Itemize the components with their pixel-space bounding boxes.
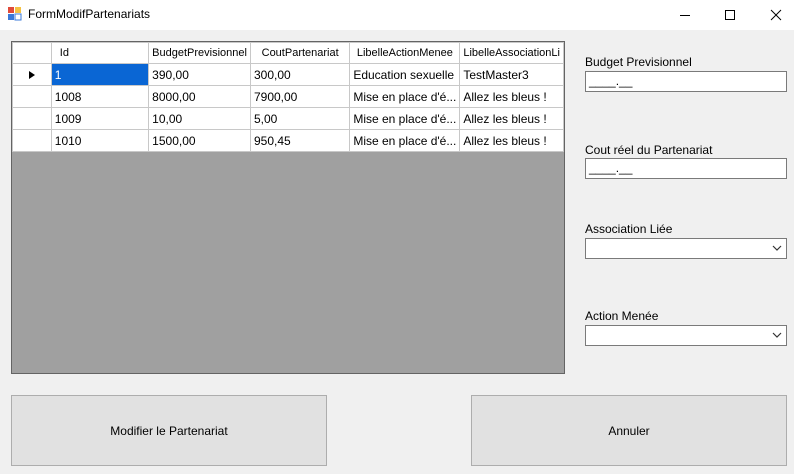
modifier-partenariat-button[interactable]: Modifier le Partenariat — [11, 395, 327, 466]
cell-id[interactable]: 1010 — [50, 129, 150, 152]
row-header-current[interactable] — [12, 63, 52, 86]
association-label: Association Liée — [585, 222, 673, 236]
cell-cout[interactable]: 7900,00 — [249, 85, 351, 108]
column-header-id[interactable]: Id — [50, 42, 150, 64]
column-header-budget[interactable]: BudgetPrevisionnel — [148, 42, 251, 64]
grid-corner-header[interactable] — [12, 42, 52, 64]
cell-budget[interactable]: 390,00 — [148, 63, 251, 86]
cell-association[interactable]: Allez les bleus ! — [459, 107, 564, 130]
maximize-icon — [725, 10, 735, 20]
window-title: FormModifPartenariats — [28, 7, 151, 21]
chevron-down-icon — [772, 245, 782, 251]
grid-header-row: Id BudgetPrevisionnel CoutPartenariat Li… — [12, 42, 564, 64]
cout-label: Cout réel du Partenariat — [585, 143, 713, 157]
cell-cout[interactable]: 950,45 — [249, 129, 351, 152]
cell-cout[interactable]: 5,00 — [249, 107, 351, 130]
cell-action[interactable]: Mise en place d'é... — [349, 129, 461, 152]
row-header[interactable] — [12, 85, 52, 108]
cell-action[interactable]: Education sexuelle — [349, 63, 461, 86]
table-row[interactable]: 1010 1500,00 950,45 Mise en place d'é...… — [12, 129, 564, 152]
grid-table: Id BudgetPrevisionnel CoutPartenariat Li… — [12, 42, 564, 152]
annuler-button[interactable]: Annuler — [471, 395, 787, 466]
minimize-icon — [680, 15, 690, 16]
table-row[interactable]: 1008 8000,00 7900,00 Mise en place d'é..… — [12, 85, 564, 108]
budget-input[interactable]: ____.__ — [585, 71, 787, 92]
cell-association[interactable]: Allez les bleus ! — [459, 85, 564, 108]
cell-budget[interactable]: 1500,00 — [148, 129, 251, 152]
row-header[interactable] — [12, 107, 52, 130]
current-row-arrow-icon — [28, 71, 35, 80]
table-row[interactable]: 1 390,00 300,00 Education sexuelle TestM… — [12, 63, 564, 86]
minimize-button[interactable] — [662, 0, 708, 30]
cout-input[interactable]: ____.__ — [585, 158, 787, 179]
budget-label: Budget Previsionnel — [585, 55, 692, 69]
action-label: Action Menée — [585, 309, 659, 323]
action-select[interactable] — [585, 325, 787, 346]
cell-action[interactable]: Mise en place d'é... — [349, 107, 461, 130]
column-header-cout[interactable]: CoutPartenariat — [249, 42, 351, 64]
maximize-button[interactable] — [707, 0, 753, 30]
cell-id[interactable]: 1008 — [50, 85, 150, 108]
cell-id[interactable]: 1009 — [50, 107, 150, 130]
close-button[interactable] — [753, 0, 794, 30]
title-bar: FormModifPartenariats — [0, 0, 794, 30]
row-header[interactable] — [12, 129, 52, 152]
cell-cout[interactable]: 300,00 — [249, 63, 351, 86]
partenariats-grid[interactable]: Id BudgetPrevisionnel CoutPartenariat Li… — [11, 41, 565, 374]
cell-association[interactable]: Allez les bleus ! — [459, 129, 564, 152]
cell-action[interactable]: Mise en place d'é... — [349, 85, 461, 108]
chevron-down-icon — [772, 332, 782, 338]
column-header-action[interactable]: LibelleActionMenee — [349, 42, 461, 64]
cell-budget[interactable]: 10,00 — [148, 107, 251, 130]
cell-budget[interactable]: 8000,00 — [148, 85, 251, 108]
column-header-association[interactable]: LibelleAssociationLi — [459, 42, 564, 64]
close-icon — [770, 9, 782, 21]
app-icon — [8, 7, 22, 21]
table-row[interactable]: 1009 10,00 5,00 Mise en place d'é... All… — [12, 107, 564, 130]
cell-id[interactable]: 1 — [50, 63, 150, 86]
cell-association[interactable]: TestMaster3 — [459, 63, 564, 86]
association-select[interactable] — [585, 238, 787, 259]
